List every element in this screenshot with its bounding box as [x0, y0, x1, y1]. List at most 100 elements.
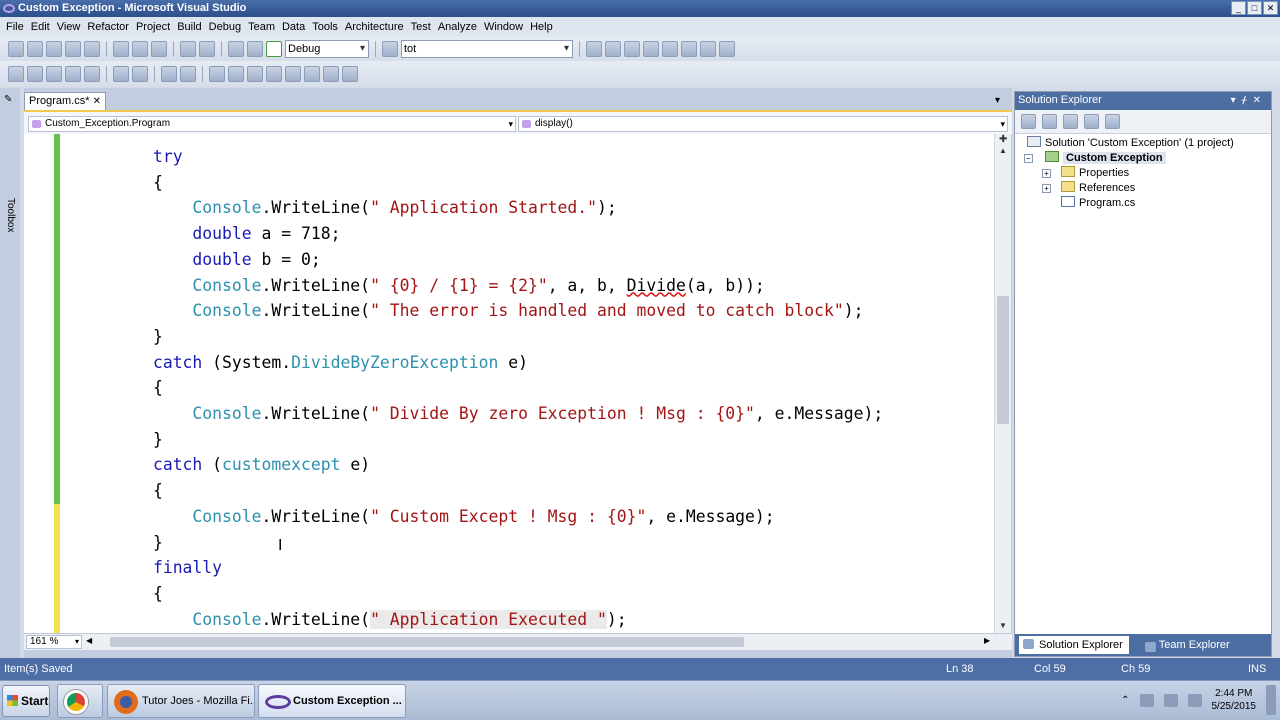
solution-node[interactable]: Solution 'Custom Exception' (1 project) [1027, 136, 1234, 149]
navigate-forward-icon[interactable] [247, 41, 263, 57]
scroll-up-icon[interactable]: ▲ [999, 146, 1007, 155]
tab-program-cs[interactable]: Program.cs* ✕ [24, 92, 106, 110]
menu-view[interactable]: View [57, 21, 88, 33]
network-icon[interactable] [1139, 693, 1154, 707]
find-in-files-icon[interactable] [382, 41, 398, 57]
menu-architecture[interactable]: Architecture [345, 21, 411, 33]
tab-team-explorer[interactable]: Team Explorer [1141, 639, 1230, 652]
tree-item-references[interactable]: References [1061, 181, 1135, 194]
code-line[interactable]: Console.WriteLine(" Application Executed… [74, 607, 883, 633]
code-line[interactable]: { [74, 375, 883, 401]
menu-refactor[interactable]: Refactor [87, 21, 136, 33]
split-handle-icon[interactable]: ✚ [999, 134, 1007, 145]
start-debugging-icon[interactable] [266, 41, 282, 57]
toolbox-strip[interactable]: ✎ Toolbox [0, 88, 20, 658]
toolbar-options-icon[interactable] [719, 41, 735, 57]
show-hidden-icons-icon[interactable]: ⌃ [1121, 695, 1129, 706]
code-line[interactable]: catch (System.DivideByZeroException e) [74, 350, 883, 376]
save-icon[interactable] [65, 41, 81, 57]
next-bookmark-icon[interactable] [247, 66, 263, 82]
decrease-indent-icon[interactable] [113, 66, 129, 82]
code-line[interactable]: } [74, 530, 883, 556]
close-button[interactable]: ✕ [1263, 1, 1278, 15]
vertical-scrollbar[interactable]: ✚ ▲ ▼ [994, 134, 1011, 633]
expand-references-icon[interactable]: + [1042, 184, 1051, 193]
solution-configuration-dropdown[interactable]: Debug [285, 40, 369, 58]
close-panel-icon[interactable]: ✕ [1253, 95, 1267, 106]
menu-edit[interactable]: Edit [31, 21, 57, 33]
code-text[interactable]: try { Console.WriteLine(" Application St… [74, 144, 883, 632]
menu-window[interactable]: Window [484, 21, 530, 33]
code-line[interactable]: Console.WriteLine(" Application Started.… [74, 195, 883, 221]
menu-debug[interactable]: Debug [209, 21, 248, 33]
code-line[interactable]: { [74, 478, 883, 504]
code-editor[interactable]: try { Console.WriteLine(" Application St… [24, 134, 994, 633]
display-quick-info-icon[interactable] [46, 66, 62, 82]
clear-bookmarks-icon[interactable] [342, 66, 358, 82]
toolbox-label[interactable]: Toolbox [5, 198, 16, 232]
tab-solution-explorer[interactable]: Solution Explorer [1019, 636, 1129, 654]
properties-icon[interactable] [1021, 114, 1036, 129]
menu-tools[interactable]: Tools [312, 21, 345, 33]
menu-team[interactable]: Team [248, 21, 282, 33]
auto-hide-pin-icon[interactable]: ᚋ [1242, 95, 1253, 106]
code-line[interactable]: Console.WriteLine(" Custom Except ! Msg … [74, 504, 883, 530]
object-browser-icon[interactable] [624, 41, 640, 57]
save-all-icon[interactable] [84, 41, 100, 57]
window-position-icon[interactable]: ▾ [1231, 95, 1242, 106]
close-tab-icon[interactable]: ✕ [93, 93, 101, 110]
view-class-diagram-icon[interactable] [1105, 114, 1120, 129]
toggle-outlining-icon[interactable] [84, 66, 100, 82]
tree-item-properties[interactable]: Properties [1061, 166, 1129, 179]
code-line[interactable]: { [74, 581, 883, 607]
uncomment-lines-icon[interactable] [180, 66, 196, 82]
add-item-icon[interactable] [27, 41, 43, 57]
type-dropdown[interactable]: Custom_Exception.Program [28, 116, 516, 132]
horizontal-scroll-thumb[interactable] [110, 637, 744, 647]
horizontal-scrollbar[interactable]: 161 % ▾ ◀ ▶ [24, 633, 1012, 650]
code-line[interactable]: double b = 0; [74, 247, 883, 273]
expand-properties-icon[interactable]: + [1042, 169, 1051, 178]
project-node[interactable]: Custom Exception [1045, 151, 1166, 164]
toolbox-icon[interactable] [643, 41, 659, 57]
menu-project[interactable]: Project [136, 21, 177, 33]
paste-icon[interactable] [151, 41, 167, 57]
code-line[interactable]: catch (customexcept e) [74, 452, 883, 478]
menu-help[interactable]: Help [530, 21, 560, 33]
previous-bookmark-in-folder-icon[interactable] [266, 66, 282, 82]
show-desktop-button[interactable] [1266, 685, 1276, 715]
code-line[interactable]: double a = 718; [74, 221, 883, 247]
increase-indent-icon[interactable] [132, 66, 148, 82]
display-parameter-info-icon[interactable] [27, 66, 43, 82]
menu-build[interactable]: Build [177, 21, 208, 33]
minimize-button[interactable]: _ [1231, 1, 1246, 15]
code-line[interactable]: { [74, 170, 883, 196]
code-line[interactable]: try [74, 144, 883, 170]
collapse-project-icon[interactable]: − [1024, 154, 1033, 163]
cut-icon[interactable] [113, 41, 129, 57]
chrome-taskbar-button[interactable] [57, 684, 103, 718]
scroll-right-icon[interactable]: ▶ [984, 636, 990, 645]
code-line[interactable]: Console.WriteLine(" Divide By zero Excep… [74, 401, 883, 427]
display-object-member-list-icon[interactable] [8, 66, 24, 82]
display-word-completion-icon[interactable] [65, 66, 81, 82]
navigate-backward-icon[interactable] [228, 41, 244, 57]
tree-item-program-cs[interactable]: Program.cs [1061, 196, 1135, 209]
redo-icon[interactable] [199, 41, 215, 57]
volume-icon[interactable] [1163, 693, 1178, 707]
code-line[interactable]: } [74, 427, 883, 453]
solution-explorer-icon[interactable] [586, 41, 602, 57]
code-line[interactable]: Console.WriteLine(" The error is handled… [74, 298, 883, 324]
extension-manager-icon[interactable] [681, 41, 697, 57]
menu-file[interactable]: File [6, 21, 31, 33]
copy-icon[interactable] [132, 41, 148, 57]
toggle-bookmark-icon[interactable] [209, 66, 225, 82]
code-line[interactable]: } [74, 324, 883, 350]
scroll-left-icon[interactable]: ◀ [86, 636, 92, 645]
firefox-taskbar-button[interactable]: Tutor Joes - Mozilla Fi... [107, 684, 255, 718]
action-center-flag-icon[interactable] [1187, 693, 1202, 707]
zoom-combo[interactable]: 161 % ▾ [26, 635, 82, 649]
comment-out-lines-icon[interactable] [161, 66, 177, 82]
view-code-icon[interactable] [1084, 114, 1099, 129]
previous-bookmark-icon[interactable] [228, 66, 244, 82]
